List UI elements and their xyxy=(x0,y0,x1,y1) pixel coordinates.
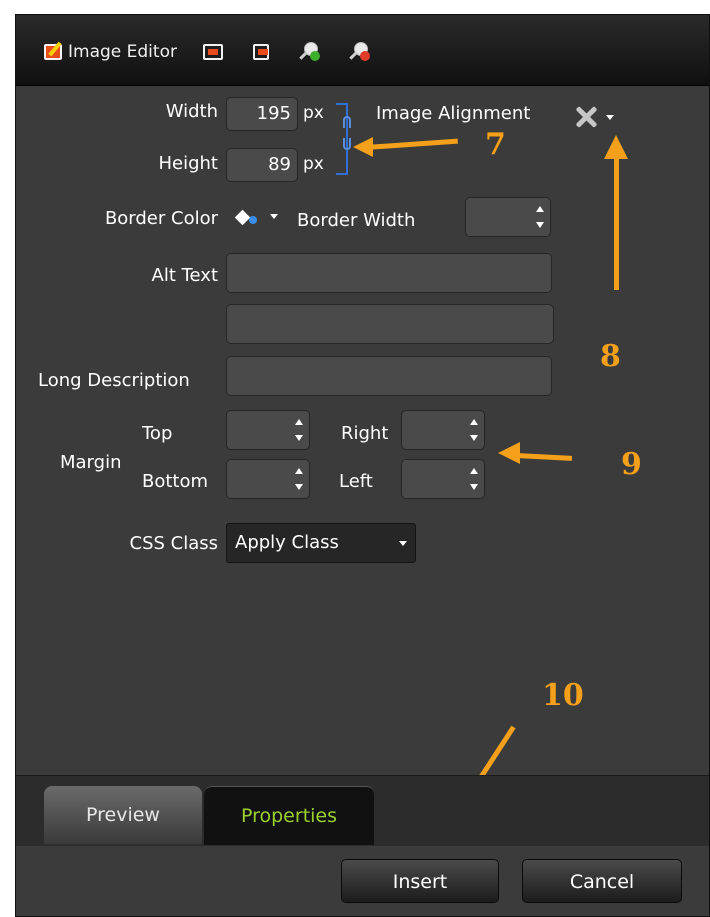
toolbar: Image Editor xyxy=(16,15,709,86)
lock-bottom-glyph xyxy=(343,138,351,150)
tab-properties-label: Properties xyxy=(240,805,338,827)
tab-preview[interactable]: Preview xyxy=(44,786,202,844)
margin-top-label: Top xyxy=(142,423,173,444)
height-label: Height xyxy=(158,153,218,174)
border-color-label: Border Color xyxy=(104,208,218,229)
margin-bottom-stepper[interactable] xyxy=(226,459,310,499)
image-editor-title[interactable]: Image Editor xyxy=(68,42,177,62)
long-description-input[interactable] xyxy=(226,356,552,396)
zoom-out-minus-badge xyxy=(359,51,370,61)
height-unit-label: px xyxy=(303,154,324,174)
actual-size-icon[interactable] xyxy=(252,44,269,60)
width-label: Width xyxy=(165,101,218,122)
spinner-arrows-icon[interactable] xyxy=(470,468,478,490)
callout-arrow-7-shaft xyxy=(365,138,458,150)
chevron-down-icon xyxy=(399,541,407,546)
callout-number-8: 8 xyxy=(600,339,621,374)
no-alignment-icon xyxy=(574,105,598,129)
toolbar-row: Image Editor xyxy=(44,39,399,65)
tab-properties[interactable]: Properties xyxy=(204,786,374,845)
image-edit-icon[interactable] xyxy=(44,44,62,60)
alt-text-input[interactable] xyxy=(226,253,552,293)
callout-arrow-8-shaft xyxy=(614,155,619,290)
spinner-arrows-icon[interactable] xyxy=(470,419,478,441)
callout-arrow-8-head xyxy=(604,135,628,159)
image-editor-dialog: Image Editor Width 195 px Height 89 px I… xyxy=(15,14,710,917)
border-width-label: Border Width xyxy=(297,210,416,231)
tab-preview-label: Preview xyxy=(86,804,160,826)
lock-gap xyxy=(343,128,353,138)
callout-number-7: 7 xyxy=(485,127,506,162)
paint-bucket-icon xyxy=(234,209,251,226)
margin-right-label: Right xyxy=(341,423,389,444)
css-class-selected-value: Apply Class xyxy=(235,532,339,553)
alt-text-label: Alt Text xyxy=(151,265,219,286)
insert-button[interactable]: Insert xyxy=(341,859,499,903)
lock-top-glyph xyxy=(343,116,351,128)
long-description-label: Long Description xyxy=(38,370,190,391)
spinner-arrows-icon[interactable] xyxy=(536,206,544,228)
margin-right-stepper[interactable] xyxy=(401,410,485,450)
width-unit-label: px xyxy=(303,103,324,123)
chevron-down-icon xyxy=(270,214,278,219)
fit-frame-icon[interactable] xyxy=(202,44,223,60)
cancel-button[interactable]: Cancel xyxy=(522,859,682,903)
paint-drop-icon xyxy=(249,216,257,224)
border-width-stepper[interactable] xyxy=(465,197,551,237)
spinner-arrows-icon[interactable] xyxy=(295,468,303,490)
css-class-label: CSS Class xyxy=(129,533,219,554)
callout-number-10: 10 xyxy=(542,678,584,713)
spinner-arrows-icon[interactable] xyxy=(295,419,303,441)
css-class-select[interactable]: Apply Class xyxy=(226,523,416,563)
width-input[interactable]: 195 xyxy=(226,97,298,131)
height-input[interactable]: 89 xyxy=(226,148,298,182)
zoom-in-plus-badge xyxy=(309,51,320,61)
callout-arrow-7-head xyxy=(353,137,373,157)
callout-arrow-9-shaft xyxy=(515,453,573,461)
chevron-down-icon xyxy=(606,115,614,120)
margin-top-stepper[interactable] xyxy=(226,410,310,450)
zoom-in-icon[interactable] xyxy=(299,41,321,63)
margin-label: Margin xyxy=(60,452,122,473)
tab-bar: Preview Properties xyxy=(16,775,709,846)
margin-left-stepper[interactable] xyxy=(401,459,485,499)
callout-arrow-9-head xyxy=(498,442,520,464)
constrain-proportions-lock-icon[interactable] xyxy=(343,116,353,160)
margin-left-label: Left xyxy=(339,471,373,492)
image-alignment-label: Image Alignment xyxy=(376,103,531,124)
zoom-in-handle xyxy=(299,51,308,60)
image-title-input[interactable] xyxy=(226,304,554,344)
zoom-out-icon[interactable] xyxy=(349,41,371,63)
zoom-out-handle xyxy=(349,51,358,60)
image-alignment-dropdown[interactable] xyxy=(574,105,624,131)
margin-bottom-label: Bottom xyxy=(142,471,209,492)
callout-number-9: 9 xyxy=(621,447,642,482)
border-color-picker[interactable] xyxy=(234,208,281,230)
